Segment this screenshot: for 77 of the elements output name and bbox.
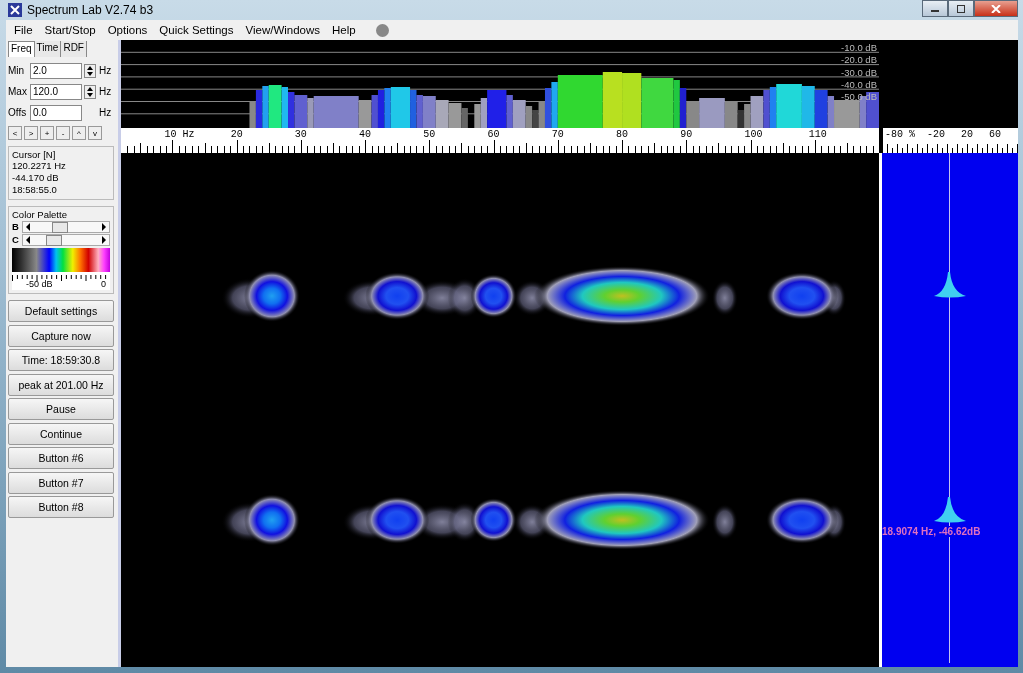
action-button[interactable]: Continue: [8, 422, 114, 445]
menu-item[interactable]: Quick Settings: [153, 24, 240, 36]
action-button[interactable]: Button #8: [8, 496, 114, 518]
scale-label: -80: [885, 129, 903, 140]
field-label: Max: [8, 86, 28, 97]
frequency-label: 90: [680, 129, 693, 140]
right-arrow-icon[interactable]: [99, 234, 109, 245]
right-arrow-icon[interactable]: [99, 221, 109, 232]
menu-item[interactable]: Start/Stop: [38, 24, 102, 36]
action-button[interactable]: Capture now: [8, 324, 114, 347]
menu-item[interactable]: Options: [101, 24, 154, 36]
tab[interactable]: Time: [34, 41, 62, 57]
frequency-label: 10 Hz: [164, 129, 195, 140]
action-button[interactable]: Button #7: [8, 471, 114, 494]
level-label: -30.0 dB: [841, 66, 878, 79]
field-label: Offs: [8, 107, 28, 118]
maximize-button[interactable]: [948, 0, 974, 17]
field-label: Min: [8, 65, 26, 76]
spinner-icon[interactable]: [84, 63, 96, 78]
scale-label: 20: [961, 129, 973, 140]
nav-button[interactable]: +: [40, 126, 54, 140]
cursor-readout: 120.2271 Hz: [12, 160, 67, 172]
unit-label: Hz: [99, 65, 112, 76]
nav-button[interactable]: -: [56, 126, 70, 140]
action-button[interactable]: Default settings: [8, 300, 114, 322]
spinner-icon[interactable]: [84, 84, 96, 99]
nav-button[interactable]: <: [8, 126, 22, 140]
slider-thumb[interactable]: [52, 221, 69, 233]
group-title: Cursor [N]: [12, 149, 57, 160]
max-label: 0: [101, 279, 106, 289]
input-field[interactable]: 0.0: [30, 104, 82, 121]
action-button[interactable]: Button #6: [8, 447, 114, 469]
action-button[interactable]: Time: 18:59:30.8: [8, 349, 114, 371]
maximize-icon: [956, 4, 966, 13]
menu-item[interactable]: File: [8, 24, 39, 36]
level-label: -10.0 dB: [841, 42, 878, 55]
minimize-button[interactable]: [922, 0, 948, 17]
group-title: Color Palette: [12, 209, 68, 220]
nav-button[interactable]: v: [88, 126, 102, 140]
frequency-label: 50: [423, 129, 436, 140]
level-label: -20.0 dB: [841, 54, 878, 67]
slider-label: C: [12, 234, 19, 245]
cursor-readout: -44.170 dB: [12, 172, 60, 184]
input-field[interactable]: 120.0: [30, 83, 82, 100]
menu-item[interactable]: Help: [326, 24, 362, 36]
status-indicator-icon: [375, 23, 389, 37]
scale-label: 60: [989, 129, 1001, 140]
menu-item[interactable]: View/Windows: [239, 24, 327, 36]
close-button[interactable]: [974, 0, 1018, 17]
action-button[interactable]: Pause: [8, 398, 114, 420]
frequency-label: 20: [230, 129, 243, 140]
input-field[interactable]: 2.0: [30, 62, 82, 79]
frequency-label: 70: [551, 129, 564, 140]
frequency-label: 100: [744, 129, 763, 140]
scale-label: -20: [927, 129, 945, 140]
nav-button[interactable]: ^: [72, 126, 86, 140]
frequency-label: 30: [294, 129, 307, 140]
slider-thumb[interactable]: [45, 234, 62, 246]
nav-button[interactable]: >: [24, 126, 38, 140]
action-button[interactable]: peak at 201.00 Hz: [8, 373, 114, 396]
frequency-label: 40: [359, 129, 372, 140]
window-title: Spectrum Lab V2.74 b3: [27, 3, 154, 17]
tab[interactable]: RDF: [61, 41, 87, 57]
frequency-label: 80: [616, 129, 629, 140]
app-icon: [8, 3, 22, 17]
frequency-label: 60: [487, 129, 500, 140]
slider-label: B: [12, 221, 19, 232]
close-icon: [991, 4, 1001, 13]
tab[interactable]: Freq: [8, 41, 35, 57]
frequency-label: 110: [808, 129, 827, 140]
scale-label: %: [909, 129, 915, 140]
min-label: -50 dB: [26, 279, 53, 289]
unit-label: Hz: [99, 107, 112, 118]
cursor-readout: 18:58:55.0: [12, 184, 58, 196]
peak-readout: 18.9074 Hz, -46.62dB: [882, 526, 981, 537]
unit-label: Hz: [99, 86, 112, 97]
level-label: -40.0 dB: [841, 78, 878, 92]
